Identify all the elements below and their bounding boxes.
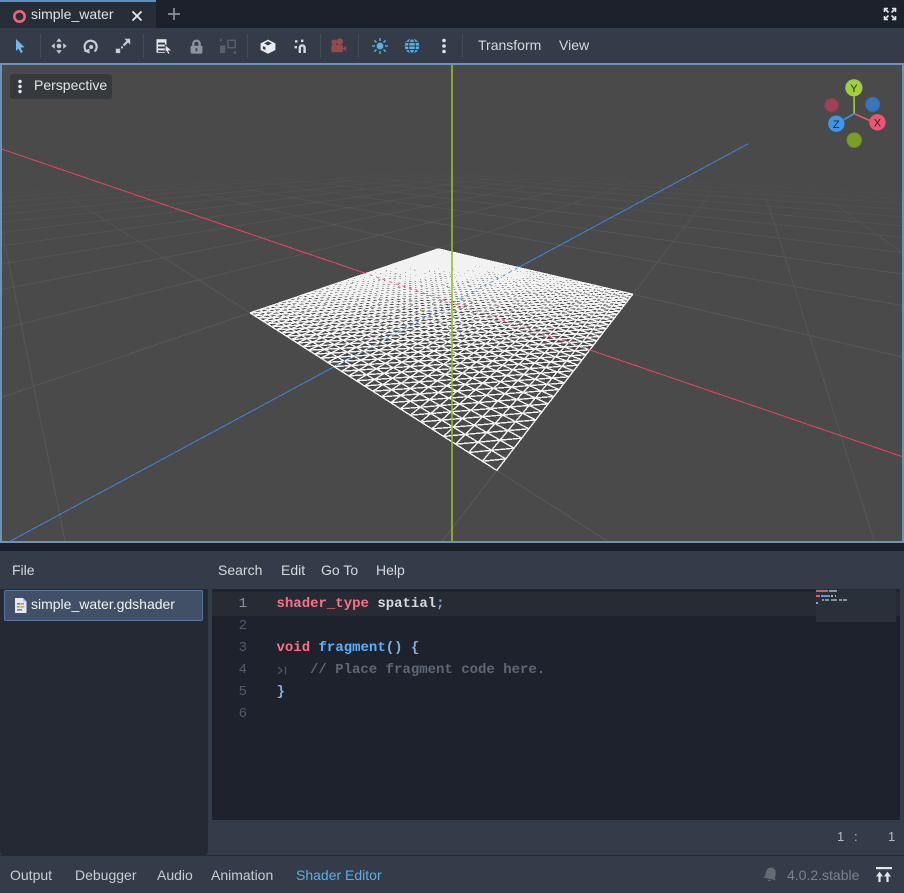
svg-text:X: X bbox=[874, 118, 882, 130]
svg-text:Y: Y bbox=[850, 83, 858, 95]
svg-text:Z: Z bbox=[833, 119, 840, 131]
